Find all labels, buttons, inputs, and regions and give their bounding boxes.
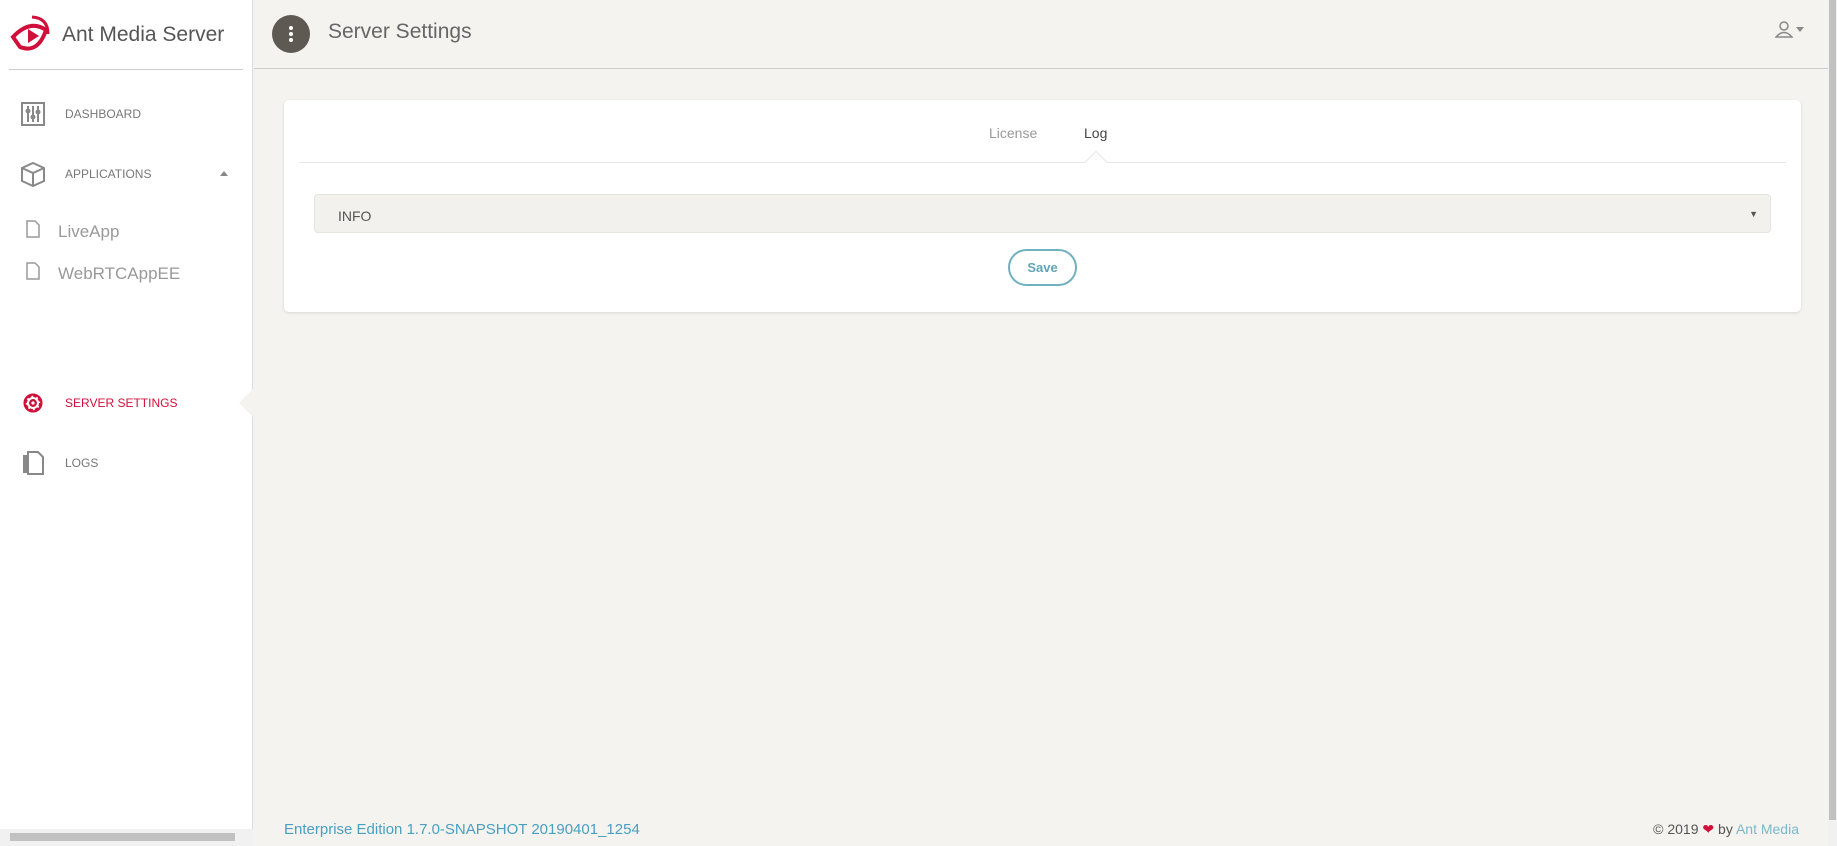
sidebar-item-label: LOGS <box>65 456 99 470</box>
file-icon <box>26 262 40 285</box>
user-menu[interactable] <box>1775 20 1804 38</box>
box-icon <box>20 161 46 187</box>
save-button[interactable]: Save <box>1008 249 1077 286</box>
sidebar-item-server-settings[interactable]: SERVER SETTINGS <box>20 390 177 416</box>
sidebar-item-applications[interactable]: APPLICATIONS <box>20 161 151 187</box>
log-level-select[interactable]: INFO ▼ <box>314 194 1771 233</box>
sidebar-item-label: DASHBOARD <box>65 107 142 121</box>
active-indicator <box>239 389 253 417</box>
document-icon <box>20 450 46 476</box>
ant-media-link[interactable]: Ant Media <box>1736 821 1799 837</box>
sidebar-item-dashboard[interactable]: DASHBOARD <box>20 101 141 127</box>
settings-card: License Log INFO ▼ Save <box>284 100 1801 312</box>
tab-license[interactable]: License <box>989 125 1037 141</box>
horizontal-scrollbar[interactable] <box>0 829 253 846</box>
app-label: LiveApp <box>58 221 120 241</box>
vertical-scrollbar[interactable] <box>1828 0 1837 846</box>
sidebar: Ant Media Server DASHBOARD APPLICATIONS … <box>0 0 253 846</box>
sidebar-item-label: SERVER SETTINGS <box>65 396 178 410</box>
sidebar-app-liveapp[interactable]: LiveApp <box>26 220 119 243</box>
copyright: © 2019 ❤ by Ant Media <box>1653 821 1799 838</box>
sidebar-item-logs[interactable]: LOGS <box>20 450 98 476</box>
tabs: License Log <box>299 100 1786 174</box>
by-text: by <box>1718 821 1733 837</box>
sidebar-item-label: APPLICATIONS <box>65 167 152 181</box>
page-title: Server Settings <box>328 20 472 43</box>
copyright-year: © 2019 <box>1653 821 1699 837</box>
sidebar-app-webrtcappee[interactable]: WebRTCAppEE <box>26 262 180 285</box>
ant-media-logo-icon <box>10 15 50 51</box>
logo[interactable]: Ant Media Server <box>10 10 224 60</box>
chevron-down-icon <box>1796 26 1804 32</box>
app-name: Ant Media Server <box>62 23 225 46</box>
collapse-caret-icon[interactable] <box>220 171 228 176</box>
app-label: WebRTCAppEE <box>58 263 181 283</box>
heart-icon: ❤ <box>1702 821 1715 837</box>
more-menu-button[interactable] <box>272 15 310 53</box>
gear-icon <box>20 390 46 416</box>
divider <box>9 69 243 70</box>
user-icon <box>1775 21 1793 38</box>
tab-log[interactable]: Log <box>1084 125 1107 141</box>
sliders-icon <box>20 101 46 127</box>
edition-info: Enterprise Edition 1.7.0-SNAPSHOT 201904… <box>284 821 640 838</box>
chevron-down-icon: ▼ <box>1749 209 1758 219</box>
header: Server Settings <box>254 0 1828 69</box>
log-level-value: INFO <box>338 208 372 224</box>
file-icon <box>26 220 40 243</box>
active-tab-indicator <box>1084 150 1108 174</box>
